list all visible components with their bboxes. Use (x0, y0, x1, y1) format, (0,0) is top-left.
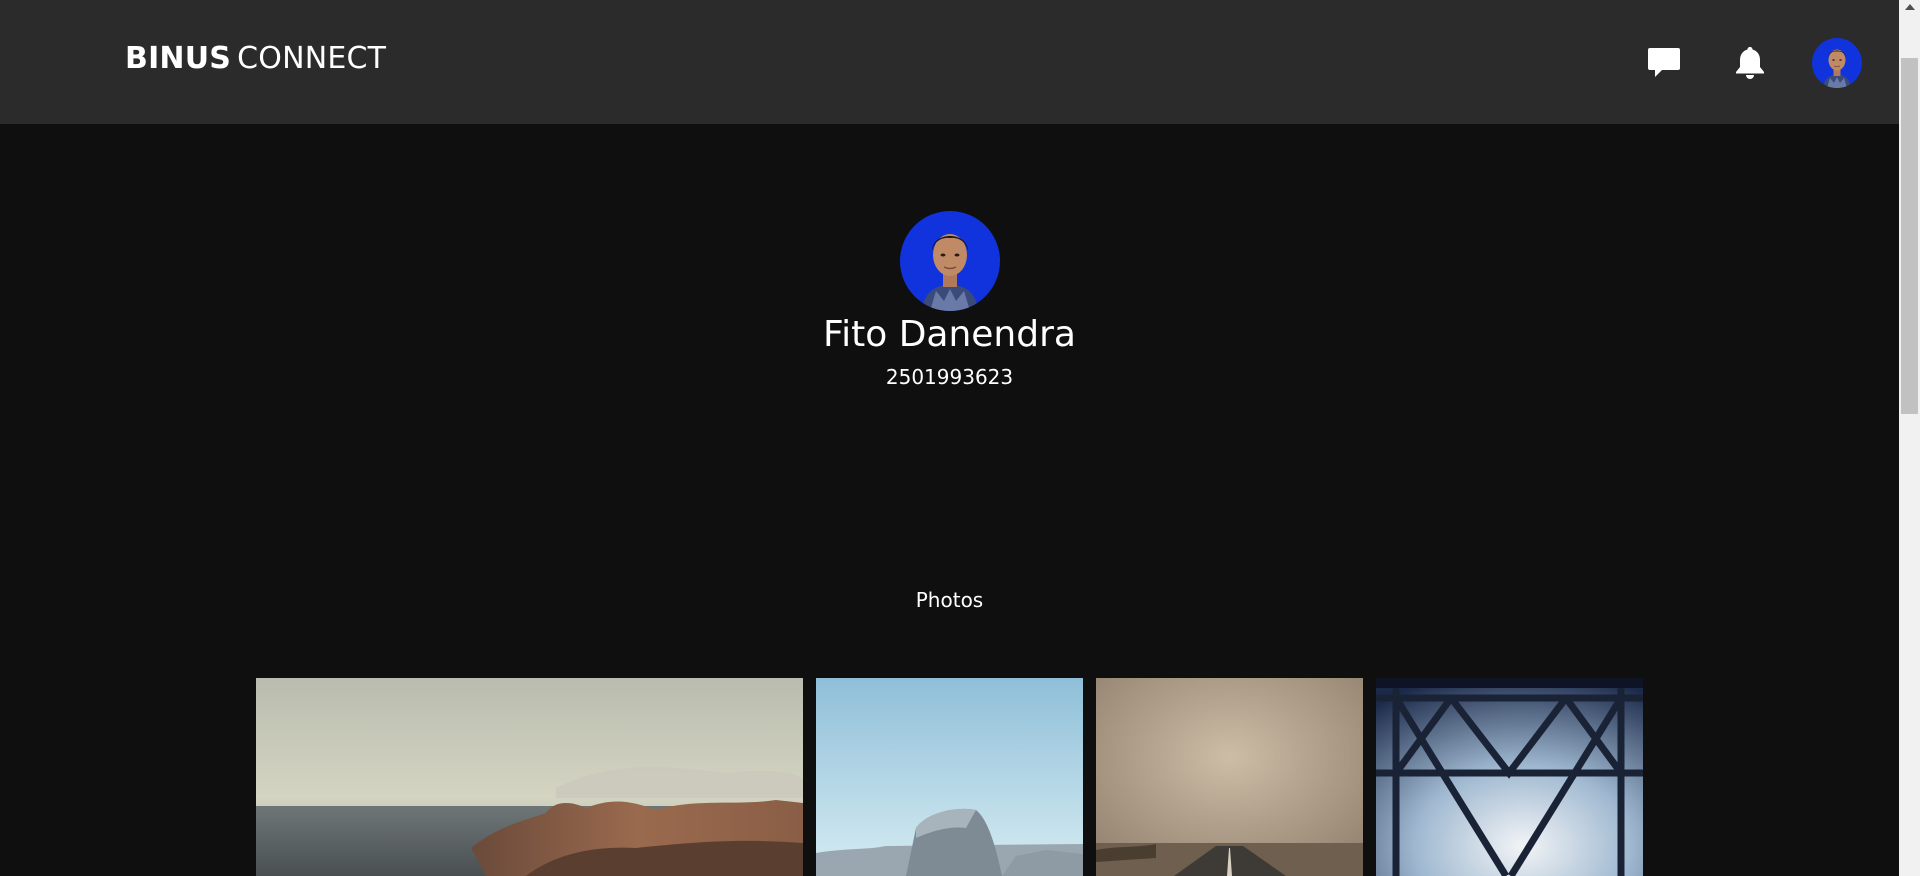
avatar (1812, 38, 1862, 88)
avatar (899, 211, 1000, 311)
mountain-dome-photo[interactable] (816, 678, 1083, 876)
logo-bold-text: BINUS (125, 41, 232, 76)
chat-icon[interactable] (1644, 42, 1684, 82)
binus-connect-logo[interactable]: BINUS CONNECT (125, 42, 386, 76)
scroll-thumb[interactable] (1901, 58, 1918, 414)
photos-section-title: Photos (915, 588, 984, 612)
profile-name: Fito Danendra (823, 314, 1076, 355)
user-avatar-button[interactable] (1812, 38, 1862, 88)
top-navbar: BINUS CONNECT (0, 0, 1899, 124)
scroll-up-arrow-icon[interactable] (1905, 4, 1915, 10)
coastline-photo[interactable] (256, 678, 803, 876)
logo-light-text: CONNECT (237, 41, 387, 76)
bridge-photo[interactable] (1376, 678, 1643, 876)
profile-avatar (899, 211, 1000, 311)
profile-header: Fito Danendra 2501993623 (0, 211, 1899, 390)
profile-student-id: 2501993623 (885, 365, 1014, 389)
desert-road-photo[interactable] (1096, 678, 1363, 876)
bell-icon[interactable] (1730, 42, 1770, 82)
profile-page: BINUS CONNECT Fito Danendra 2501993623 P… (0, 0, 1920, 876)
vertical-scrollbar[interactable] (1899, 0, 1920, 876)
